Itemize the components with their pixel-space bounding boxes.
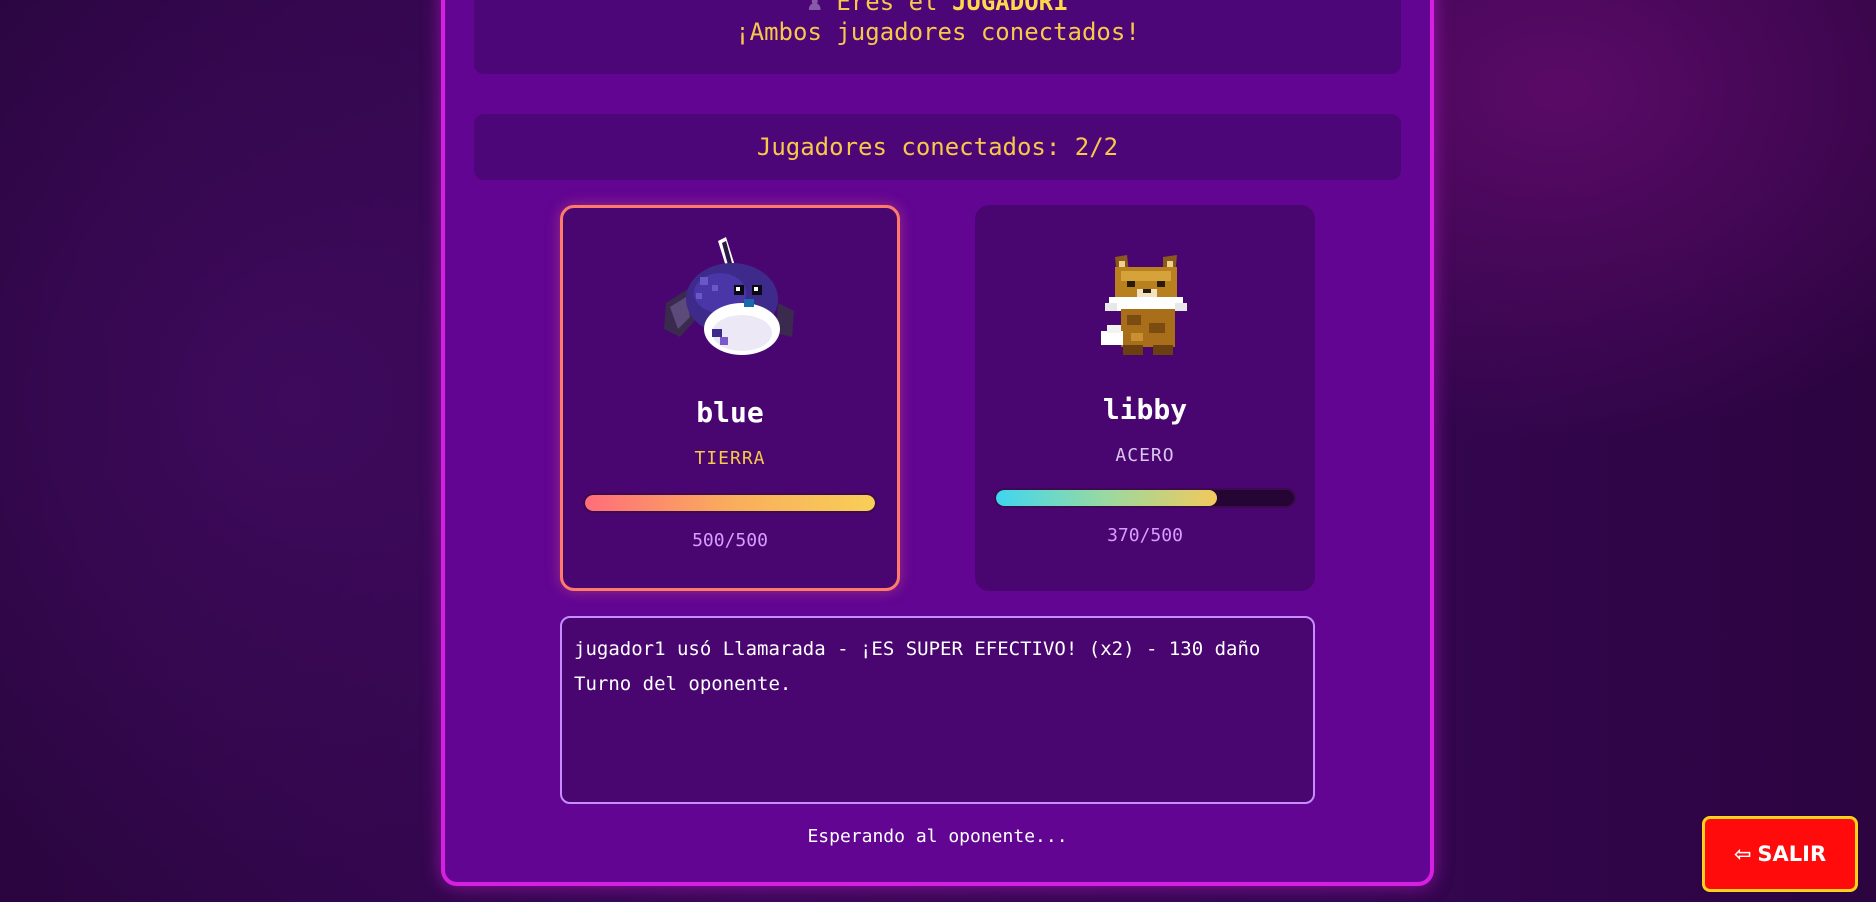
opponent-hp-fill [996, 490, 1217, 506]
brown-fox-sprite [975, 245, 1315, 365]
player-status-box: ♟ Eres el JUGADOR1 ¡Ambos jugadores cone… [474, 0, 1401, 74]
player-hp-bar [583, 493, 877, 513]
player-hp-text: 500/500 [692, 530, 768, 551]
player-pokemon-name: blue [696, 396, 764, 429]
purple-bird-sprite-image [664, 237, 794, 355]
player-hp-fill [585, 495, 875, 511]
exit-button-label: SALIR [1757, 842, 1827, 866]
purple-bird-sprite [563, 228, 897, 368]
connection-status: ¡Ambos jugadores conectados! [735, 18, 1140, 46]
waiting-text: Esperando al oponente... [807, 826, 1068, 847]
players-connected-box: Jugadores conectados: 2/2 [474, 114, 1401, 180]
opponent-pokemon-card: libby ACERO 370/500 [975, 205, 1315, 591]
brown-fox-sprite-image [1101, 255, 1187, 355]
opponent-hp-bar [994, 488, 1296, 508]
player-role-text: ♟ Eres el JUGADOR1 [474, 0, 1401, 16]
opponent-pokemon-type: ACERO [1115, 445, 1175, 466]
player-role-highlight: JUGADOR1 [951, 0, 1068, 16]
player-icon: ♟ [807, 0, 822, 16]
battle-log[interactable]: jugador1 usó Llamarada - ¡ES SUPER EFECT… [560, 616, 1315, 804]
players-connected-text: Jugadores conectados: 2/2 [756, 133, 1119, 161]
battle-log-line: Turno del oponente. [574, 673, 792, 695]
battle-log-line: jugador1 usó Llamarada - ¡ES SUPER EFECT… [574, 638, 1261, 660]
player-pokemon-card: blue TIERRA 500/500 [560, 205, 900, 591]
opponent-hp-text: 370/500 [1107, 525, 1183, 546]
arrow-left-icon: ⇦ [1733, 842, 1752, 866]
opponent-pokemon-name: libby [1102, 393, 1188, 426]
player-pokemon-type: TIERRA [694, 448, 766, 469]
exit-button[interactable]: ⇦ SALIR [1702, 816, 1858, 892]
